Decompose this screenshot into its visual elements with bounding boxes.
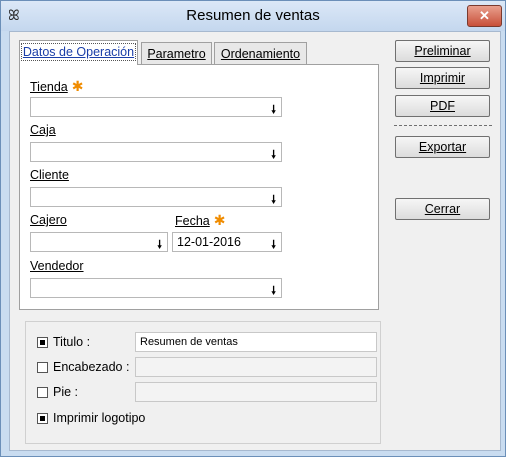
caja-select[interactable]: 🠗 <box>30 142 282 162</box>
pdf-button[interactable]: PDF <box>395 95 490 117</box>
exportar-button-label: Exportar <box>418 140 467 154</box>
tab-label: Datos de Operación <box>20 43 137 61</box>
cerrar-button-label: Cerrar <box>424 202 461 216</box>
pie-field <box>135 382 377 402</box>
title-bar[interactable]: ꕤ Resumen de ventas ✕ <box>1 1 505 31</box>
button-separator <box>394 125 492 126</box>
preliminar-button-label: Preliminar <box>414 44 471 58</box>
vendedor-label-text: Vendedor <box>30 259 84 273</box>
encabezado-field <box>135 357 377 377</box>
imprimir-button[interactable]: Imprimir <box>395 67 490 89</box>
tienda-select[interactable]: 🠗 <box>30 97 282 117</box>
caja-label: Caja <box>30 123 56 137</box>
close-window-button[interactable]: ✕ <box>467 5 502 27</box>
cerrar-button[interactable]: Cerrar <box>395 198 490 220</box>
pie-label: Pie : <box>53 385 79 399</box>
fecha-value: 12-01-2016 <box>177 235 241 249</box>
required-icon: ✱ <box>71 78 84 94</box>
dropdown-arrow-icon[interactable]: 🠗 <box>271 282 276 301</box>
dropdown-arrow-icon[interactable]: 🠗 <box>157 236 162 255</box>
encabezado-label: Encabezado : <box>53 360 130 374</box>
cliente-label-text: Cliente <box>30 168 69 182</box>
tab-panel-datos: Tienda ✱ 🠗 Caja 🠗 Cliente 🠗 Cajero 🠗 Fec… <box>19 64 379 310</box>
tab-datos-de-operacion[interactable]: Datos de Operación <box>19 40 138 65</box>
preliminar-button[interactable]: Preliminar <box>395 40 490 62</box>
imprimir-button-label: Imprimir <box>419 71 466 85</box>
tienda-label: Tienda ✱ <box>30 78 84 95</box>
titulo-field[interactable]: Resumen de ventas <box>135 332 377 352</box>
dropdown-arrow-icon[interactable]: 🠗 <box>271 101 276 120</box>
titulo-label: Titulo : <box>53 335 91 349</box>
print-options-group: Titulo : Resumen de ventas Encabezado : … <box>25 321 381 444</box>
fecha-label: Fecha ✱ <box>175 212 225 229</box>
tab-parametro[interactable]: Parametro <box>141 42 212 64</box>
vendedor-select[interactable]: 🠗 <box>30 278 282 298</box>
dropdown-arrow-icon[interactable]: 🠗 <box>271 191 276 210</box>
client-area: Datos de Operación Parametro Ordenamient… <box>9 31 501 451</box>
tab-label: Ordenamiento <box>220 47 301 61</box>
report-window: ꕤ Resumen de ventas ✕ Datos de Operación… <box>0 0 506 457</box>
titulo-checkbox[interactable] <box>37 337 48 348</box>
vendedor-label: Vendedor <box>30 259 84 273</box>
close-icon: ✕ <box>479 8 490 23</box>
dropdown-arrow-icon[interactable]: 🠗 <box>271 146 276 165</box>
dropdown-arrow-icon[interactable]: 🠗 <box>271 236 276 255</box>
cliente-select[interactable]: 🠗 <box>30 187 282 207</box>
tienda-label-text: Tienda <box>30 80 68 94</box>
cajero-label-text: Cajero <box>30 213 67 227</box>
logotipo-checkbox[interactable] <box>37 413 48 424</box>
required-icon: ✱ <box>213 212 226 228</box>
tab-label: Parametro <box>147 47 206 61</box>
tab-ordenamiento[interactable]: Ordenamiento <box>214 42 307 64</box>
logotipo-label: Imprimir logotipo <box>53 411 146 425</box>
pie-checkbox[interactable] <box>37 387 48 398</box>
window-title: Resumen de ventas <box>186 7 320 24</box>
fecha-label-text: Fecha <box>175 214 210 228</box>
exportar-button[interactable]: Exportar <box>395 136 490 158</box>
cajero-label: Cajero <box>30 213 67 227</box>
encabezado-checkbox[interactable] <box>37 362 48 373</box>
cajero-select[interactable]: 🠗 <box>30 232 168 252</box>
pdf-button-label: PDF <box>430 99 455 113</box>
caja-label-text: Caja <box>30 123 56 137</box>
cliente-label: Cliente <box>30 168 69 182</box>
fecha-date-picker[interactable]: 12-01-2016 🠗 <box>172 232 282 252</box>
